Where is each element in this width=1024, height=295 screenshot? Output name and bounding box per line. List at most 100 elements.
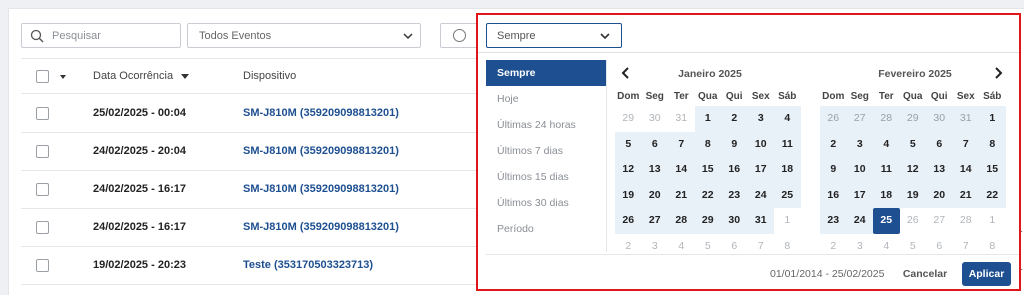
calendar-day[interactable]: 10 [747,131,774,157]
calendar-day[interactable]: 2 [721,106,748,132]
calendar-day[interactable]: 31 [747,208,774,234]
range-option[interactable]: Hoje [486,86,606,112]
row-checkbox[interactable] [36,145,49,158]
calendar-day[interactable]: 21 [668,182,695,208]
calendar-day[interactable]: 4 [873,131,900,157]
row-device-link[interactable]: SM-J810M (359209098813201) [243,107,399,119]
range-option[interactable]: Últimos 7 dias [486,138,606,164]
calendar-day[interactable]: 8 [774,234,801,260]
calendar-day[interactable]: 22 [979,182,1006,208]
calendar-day[interactable]: 7 [668,131,695,157]
calendar-day[interactable]: 13 [641,157,668,183]
date-range-dropdown[interactable]: Sempre [486,23,622,48]
calendar-day[interactable]: 31 [952,106,979,132]
table-row[interactable]: 24/02/2025 - 16:17 SM-J810M (359209098813… [21,209,481,247]
calendar-day[interactable]: 5 [695,234,722,260]
calendar-day[interactable]: 2 [615,234,642,260]
cancel-button[interactable]: Cancelar [897,263,953,285]
calendar-day[interactable]: 28 [668,208,695,234]
calendar-day[interactable]: 28 [953,208,980,234]
calendar-day[interactable]: 4 [668,234,695,260]
row-checkbox[interactable] [36,259,49,272]
row-device-link[interactable]: SM-J810M (359209098813201) [243,183,399,195]
calendar-day[interactable]: 1 [979,106,1006,132]
calendar-day[interactable]: 29 [615,106,642,132]
calendar-day[interactable]: 30 [926,106,953,132]
calendar-day[interactable]: 29 [694,208,721,234]
calendar-day[interactable]: 6 [641,131,668,157]
calendar-day[interactable]: 29 [899,106,926,132]
calendar-day[interactable]: 14 [952,157,979,183]
calendar-day[interactable]: 20 [641,182,668,208]
calendar-day[interactable]: 15 [694,157,721,183]
calendar-day[interactable]: 17 [747,157,774,183]
calendar-day[interactable]: 23 [721,182,748,208]
calendar-day[interactable]: 18 [873,182,900,208]
table-row[interactable]: 19/02/2025 - 20:23 Teste (353170503323713… [21,247,481,285]
calendar-day[interactable]: 22 [694,182,721,208]
calendar-day[interactable]: 5 [900,234,927,260]
calendar-day[interactable]: 8 [979,234,1006,260]
calendar-day[interactable]: 3 [747,106,774,132]
calendar-day[interactable]: 6 [721,234,748,260]
calendar-day[interactable]: 6 [926,234,953,260]
calendar-day[interactable]: 1 [694,106,721,132]
calendar-day[interactable]: 7 [748,234,775,260]
row-device-link[interactable]: SM-J810M (359209098813201) [243,221,399,233]
search-input[interactable]: Pesquisar [21,23,181,48]
row-device-link[interactable]: SM-J810M (359209098813201) [243,145,399,157]
calendar-day[interactable]: 11 [774,131,801,157]
calendar-day[interactable]: 27 [926,208,953,234]
calendar-day[interactable]: 26 [820,106,847,132]
calendar-day[interactable]: 15 [979,157,1006,183]
calendar-day[interactable]: 10 [846,157,873,183]
calendar-day[interactable]: 19 [899,182,926,208]
calendar-day[interactable]: 24 [846,208,873,234]
select-menu-caret-icon[interactable] [60,75,66,79]
calendar-day[interactable]: 12 [899,157,926,183]
calendar-day[interactable]: 25 [774,182,801,208]
range-option[interactable]: Sempre [486,60,606,86]
table-row[interactable]: 25/02/2025 - 00:04 SM-J810M (359209098813… [21,95,481,133]
row-device-link[interactable]: Teste (353170503323713) [243,259,373,271]
apply-button[interactable]: Aplicar [962,262,1011,286]
calendar-day[interactable]: 27 [846,106,873,132]
range-option[interactable]: Últimos 15 dias [486,164,606,190]
calendar-day[interactable]: 4 [873,234,900,260]
calendar-day[interactable]: 28 [873,106,900,132]
events-dropdown[interactable]: Todos Eventos [187,23,421,48]
calendar-day[interactable]: 5 [899,131,926,157]
calendar-day[interactable]: 3 [642,234,669,260]
calendar-day[interactable]: 2 [820,234,847,260]
row-checkbox[interactable] [36,221,49,234]
calendar-day[interactable]: 27 [641,208,668,234]
calendar-day[interactable]: 2 [820,131,847,157]
calendar-day[interactable]: 13 [926,157,953,183]
calendar-day[interactable]: 8 [979,131,1006,157]
calendar-day[interactable]: 8 [694,131,721,157]
select-all-checkbox[interactable] [36,70,49,83]
header-date[interactable]: Data Ocorrência [93,70,173,82]
calendar-day[interactable]: 7 [952,131,979,157]
calendar-day[interactable]: 30 [642,106,669,132]
range-option[interactable]: Período [486,216,606,242]
calendar-day[interactable]: 5 [615,131,642,157]
calendar-day[interactable]: 21 [952,182,979,208]
calendar-day[interactable]: 9 [820,157,847,183]
calendar-day[interactable]: 16 [721,157,748,183]
calendar-day[interactable]: 12 [615,157,642,183]
table-row[interactable]: 24/02/2025 - 16:17 SM-J810M (359209098813… [21,171,481,209]
calendar-day[interactable]: 6 [926,131,953,157]
calendar-day[interactable]: 4 [774,106,801,132]
calendar-day[interactable]: 24 [747,182,774,208]
range-option[interactable]: Últimas 24 horas [486,112,606,138]
row-checkbox[interactable] [36,183,49,196]
range-option[interactable]: Últimos 30 dias [486,190,606,216]
calendar-day[interactable]: 3 [847,234,874,260]
calendar-day[interactable]: 3 [846,131,873,157]
sort-desc-icon[interactable] [181,74,189,79]
calendar-day[interactable]: 20 [926,182,953,208]
table-row[interactable]: 24/02/2025 - 20:04 SM-J810M (359209098813… [21,133,481,171]
header-device[interactable]: Dispositivo [243,70,296,82]
row-checkbox[interactable] [36,107,49,120]
